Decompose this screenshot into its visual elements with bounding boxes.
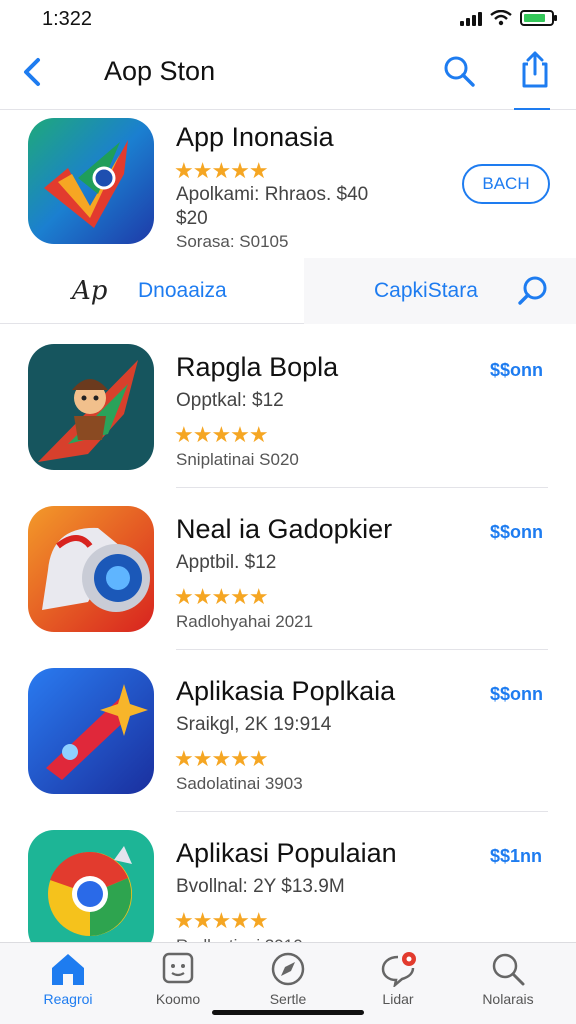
page-title: Aop Ston	[104, 56, 216, 86]
featured-meta: Sorasa: S0105	[176, 232, 289, 251]
list-item[interactable]: Neal ia Gadopkier Apptbil. $12 ★★★★★ Rad…	[0, 488, 576, 650]
price-button[interactable]: $$1nn	[490, 846, 542, 867]
category-link-left[interactable]: Dnoaaiza	[138, 279, 227, 303]
home-icon	[52, 954, 84, 985]
nav-bar: Aop Ston	[0, 40, 576, 110]
list-item[interactable]: Rapgla Bopla Opptkal: $12 ★★★★★ Sniplati…	[0, 326, 576, 488]
price-button[interactable]: $$onn	[490, 522, 543, 543]
price-button[interactable]: $$onn	[490, 684, 543, 705]
category-search-icon[interactable]	[516, 274, 550, 308]
games-icon	[162, 952, 194, 984]
featured-app[interactable]: App Inonasia ★★★★★ Apolkami: Rhraos. $40…	[0, 112, 576, 260]
search-icon	[492, 953, 525, 986]
tab-search[interactable]: Nolarais	[458, 951, 558, 1015]
list-item[interactable]: Aplikasia Poplkaia Sraikgl, 2K 19:914 ★★…	[0, 650, 576, 812]
app-subtitle: Opptkal: $12	[176, 390, 284, 411]
tab-today[interactable]: Reagroi	[18, 951, 118, 1015]
app-name: Aplikasi Populaian	[176, 838, 397, 868]
tab-label: Reagroi	[43, 991, 93, 1007]
app-name: Aplikasia Poplkaia	[176, 676, 396, 706]
status-icons	[460, 10, 557, 26]
app-icon-aplikasi[interactable]	[28, 830, 154, 956]
featured-price: $20	[176, 208, 208, 229]
home-indicator	[212, 1010, 364, 1015]
tab-games[interactable]: Koomo	[128, 951, 228, 1015]
nav-indicator	[514, 108, 550, 110]
app-icon-neal[interactable]	[28, 506, 154, 632]
tab-updates[interactable]: Lidar	[348, 951, 448, 1015]
rating-stars: ★★★★★	[174, 422, 269, 447]
get-button[interactable]: BACH	[462, 164, 550, 204]
app-subtitle: Bvollnal: 2Y $13.9M	[176, 876, 345, 897]
category-link-right[interactable]: CapkiStara	[374, 279, 478, 303]
rating-stars: ★★★★★	[174, 584, 269, 609]
share-icon[interactable]	[518, 50, 552, 90]
app-meta: Radlohyahai 2021	[176, 612, 314, 631]
featured-app-name: App Inonasia	[176, 122, 334, 152]
tab-label: Nolarais	[482, 991, 534, 1007]
back-chevron-icon[interactable]	[18, 52, 46, 92]
app-subtitle: Sraikgl, 2K 19:914	[176, 714, 332, 735]
tab-label: Lidar	[382, 991, 414, 1007]
rating-stars: ★★★★★	[174, 908, 269, 933]
app-icon-rapgla[interactable]	[28, 344, 154, 470]
search-icon[interactable]	[442, 54, 476, 88]
app-icon-featured[interactable]	[28, 118, 154, 244]
wifi-icon	[490, 10, 512, 26]
app-subtitle: Apptbil. $12	[176, 552, 277, 573]
status-bar: 1:322	[0, 0, 576, 40]
tab-label: Sertle	[269, 991, 307, 1007]
app-meta: Sadolatinai 3903	[176, 774, 303, 793]
rating-stars: ★★★★★	[174, 158, 269, 183]
category-logo: Ap	[72, 276, 108, 306]
signal-icon	[460, 10, 482, 26]
rating-stars: ★★★★★	[174, 746, 269, 771]
battery-icon	[520, 10, 557, 26]
category-bar: Ap Dnoaaiza CapkiStara	[0, 258, 576, 324]
app-name: Neal ia Gadopkier	[176, 514, 393, 544]
app-icon-aplikasia[interactable]	[28, 668, 154, 794]
tab-apps[interactable]: Sertle	[238, 951, 338, 1015]
app-name: Rapgla Bopla	[176, 352, 339, 382]
chat-icon	[381, 952, 416, 987]
compass-icon	[271, 952, 305, 986]
featured-subtitle: Apolkami: Rhraos. $40	[176, 184, 369, 205]
price-button[interactable]: $$onn	[490, 360, 543, 381]
status-time: 1:322	[42, 8, 93, 30]
tab-label: Koomo	[155, 991, 201, 1007]
app-meta: Sniplatinai S020	[176, 450, 299, 469]
